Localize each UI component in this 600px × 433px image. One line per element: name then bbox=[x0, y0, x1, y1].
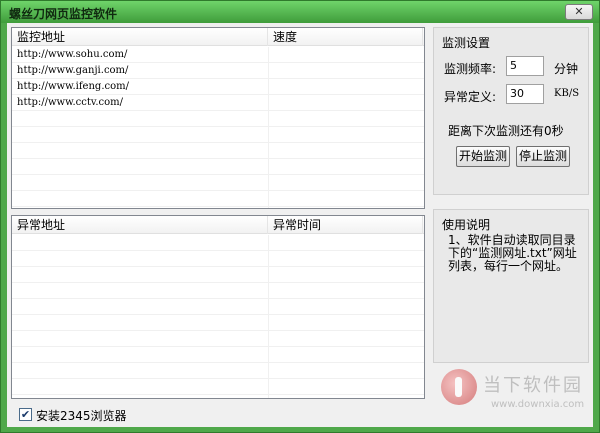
table-row[interactable] bbox=[12, 175, 424, 191]
frequency-input[interactable]: 5 bbox=[506, 56, 544, 76]
table-row[interactable] bbox=[12, 315, 424, 331]
table-row[interactable] bbox=[12, 159, 424, 175]
exception-list[interactable]: 异常地址 异常时间 bbox=[11, 215, 425, 399]
table-row[interactable] bbox=[12, 331, 424, 347]
client-area: 监控地址 速度 http://www.sohu.com/http://www.g… bbox=[7, 23, 593, 427]
help-group: 使用说明 1、软件自动读取同目录下的“监测网址.txt”网址列表，每行一个网址。 bbox=[433, 209, 589, 363]
stop-monitor-button[interactable]: 停止监测 bbox=[516, 146, 570, 167]
table-row[interactable] bbox=[12, 363, 424, 379]
table-row[interactable] bbox=[12, 191, 424, 207]
table-row[interactable] bbox=[12, 283, 424, 299]
table-row[interactable] bbox=[12, 379, 424, 395]
exception-list-body bbox=[12, 235, 424, 398]
monitor-list[interactable]: 监控地址 速度 http://www.sohu.com/http://www.g… bbox=[11, 27, 425, 209]
help-title: 使用说明 bbox=[442, 218, 491, 232]
monitor-list-header: 监控地址 速度 bbox=[12, 28, 424, 46]
app-window: 螺丝刀网页监控软件 ✕ 监控地址 速度 http://www.sohu.com/… bbox=[0, 0, 600, 433]
column-header-exception-time[interactable]: 异常时间 bbox=[268, 216, 423, 234]
countdown-text: 距离下次监测还有0秒 bbox=[448, 124, 564, 138]
monitor-list-body: http://www.sohu.com/http://www.ganji.com… bbox=[12, 47, 424, 208]
column-header-url[interactable]: 监控地址 bbox=[12, 28, 268, 46]
site-watermark: 当下软件园 www.downxia.com bbox=[441, 369, 589, 419]
frequency-unit: 分钟 bbox=[554, 62, 579, 76]
watermark-name: 当下软件园 bbox=[483, 375, 583, 396]
table-row[interactable] bbox=[12, 347, 424, 363]
value-cell bbox=[268, 63, 273, 79]
table-row[interactable] bbox=[12, 251, 424, 267]
table-row[interactable] bbox=[12, 127, 424, 143]
table-row[interactable]: http://www.sohu.com/ bbox=[12, 47, 424, 63]
window-title: 螺丝刀网页监控软件 bbox=[9, 7, 118, 21]
close-icon: ✕ bbox=[574, 5, 584, 18]
downxia-logo-icon bbox=[441, 369, 477, 405]
value-cell bbox=[268, 95, 273, 111]
column-header-speed[interactable]: 速度 bbox=[268, 28, 423, 46]
watermark-url: www.downxia.com bbox=[491, 399, 585, 410]
value-cell bbox=[268, 79, 273, 95]
help-text: 1、软件自动读取同目录下的“监测网址.txt”网址列表，每行一个网址。 bbox=[448, 233, 577, 273]
value-cell bbox=[268, 47, 273, 63]
url-cell: http://www.ifeng.com/ bbox=[17, 81, 129, 92]
exception-list-header: 异常地址 异常时间 bbox=[12, 216, 424, 234]
table-row[interactable]: http://www.ganji.com/ bbox=[12, 63, 424, 79]
url-cell: http://www.sohu.com/ bbox=[17, 49, 128, 60]
table-row[interactable] bbox=[12, 111, 424, 127]
url-cell: http://www.ganji.com/ bbox=[17, 65, 129, 76]
frequency-label: 监测频率: bbox=[444, 62, 497, 76]
exception-label: 异常定义: bbox=[444, 90, 497, 104]
table-row[interactable]: http://www.cctv.com/ bbox=[12, 95, 424, 111]
column-header-exception-url[interactable]: 异常地址 bbox=[12, 216, 268, 234]
start-monitor-button[interactable]: 开始监测 bbox=[456, 146, 510, 167]
close-button[interactable]: ✕ bbox=[565, 4, 593, 20]
table-row[interactable] bbox=[12, 235, 424, 251]
install-browser-label[interactable]: 安装2345浏览器 bbox=[36, 407, 127, 424]
title-bar[interactable]: 螺丝刀网页监控软件 ✕ bbox=[1, 1, 599, 23]
exception-input[interactable]: 30 bbox=[506, 84, 544, 104]
settings-group: 监测设置 监测频率: 5 分钟 异常定义: 30 KB/S 距离下次监测还有0秒… bbox=[433, 27, 589, 195]
url-cell: http://www.cctv.com/ bbox=[17, 97, 123, 108]
install-browser-checkbox[interactable]: ✔ bbox=[19, 408, 32, 421]
exception-unit: KB/S bbox=[554, 88, 580, 99]
table-row[interactable]: http://www.ifeng.com/ bbox=[12, 79, 424, 95]
settings-title: 监测设置 bbox=[442, 36, 491, 50]
table-row[interactable] bbox=[12, 267, 424, 283]
table-row[interactable] bbox=[12, 299, 424, 315]
table-row[interactable] bbox=[12, 143, 424, 159]
